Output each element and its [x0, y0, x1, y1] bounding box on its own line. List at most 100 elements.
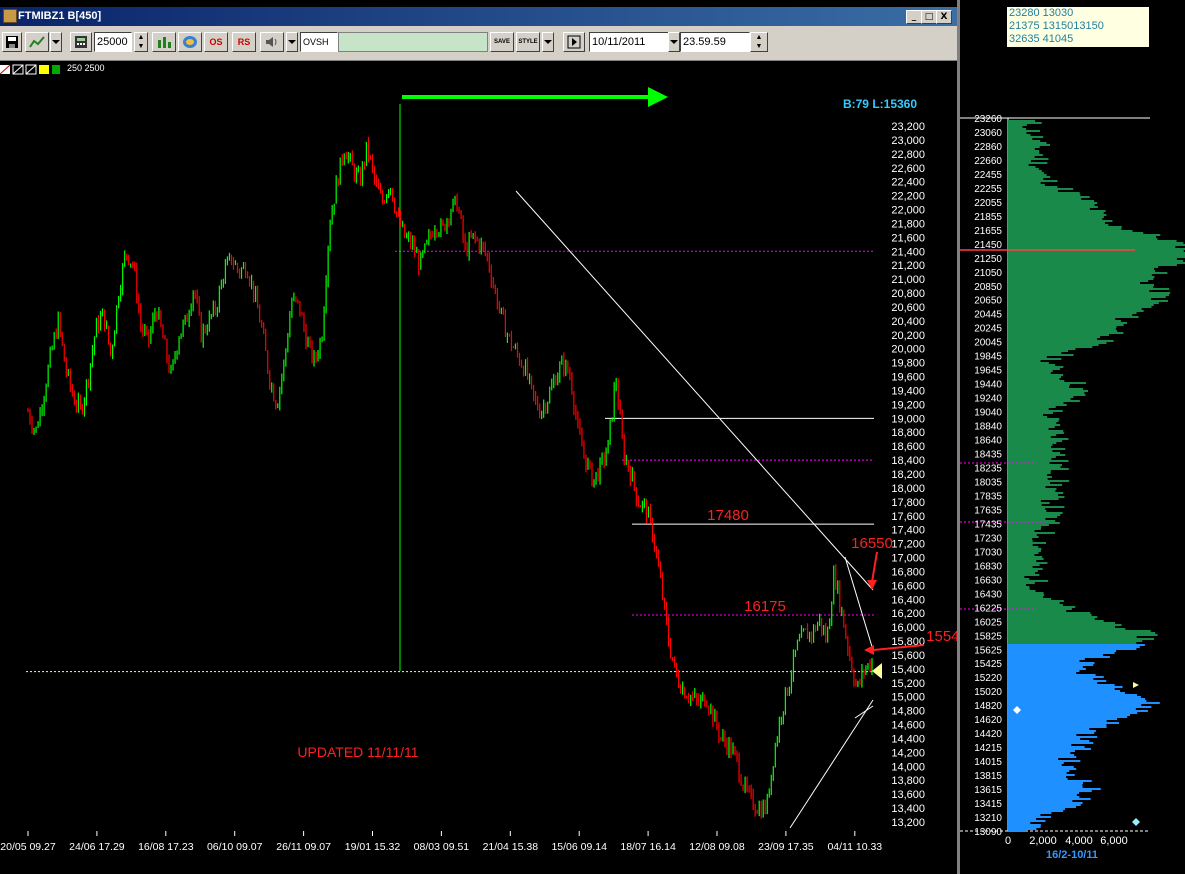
- volume-bar: [1008, 350, 1069, 352]
- volume-bar: [1008, 202, 1098, 204]
- volume-bar: [1008, 422, 1057, 424]
- volume-bar: [1008, 188, 1074, 190]
- volume-bar: [1008, 306, 1152, 308]
- profile-price-label: 20850: [974, 282, 1002, 293]
- save-icon[interactable]: [2, 32, 22, 52]
- volume-bar: [1008, 492, 1064, 494]
- profile-price-label: 17230: [974, 533, 1002, 544]
- volume-bar: [1008, 790, 1092, 792]
- profile-price-label: 19440: [974, 380, 1002, 391]
- volume-bar: [1008, 454, 1066, 456]
- time-input[interactable]: 23.59.59: [680, 32, 750, 52]
- volume-profile: 23260 23060 22860 22660 22455 22255 22055 21855…: [960, 114, 1185, 861]
- time-stepper[interactable]: ▲ ▼: [750, 32, 768, 52]
- volume-bar: [1008, 564, 1040, 566]
- volume-bar: [1008, 428, 1049, 430]
- profile-price-label: 17835: [974, 491, 1002, 502]
- volume-bar: [1008, 384, 1070, 386]
- volume-bar: [1008, 476, 1052, 478]
- globe-icon[interactable]: [178, 32, 202, 52]
- profile-price-label: 13090: [974, 827, 1002, 838]
- volume-bar: [1008, 234, 1161, 236]
- volume-bar: [1008, 774, 1075, 776]
- volume-bar: [1008, 754, 1075, 756]
- volume-bar: [1008, 532, 1055, 534]
- volume-bar: [1008, 658, 1085, 660]
- os-button[interactable]: OS: [204, 32, 228, 52]
- volume-bar: [1008, 482, 1051, 484]
- volume-bar: [1008, 386, 1070, 388]
- play-icon[interactable]: [563, 32, 585, 52]
- y-tick-label: 13,400: [891, 803, 925, 815]
- volume-bar: [1008, 186, 1058, 188]
- volume-bar: [1008, 672, 1077, 674]
- volume-bar: [1008, 376, 1062, 378]
- volume-bar: [1008, 812, 1052, 814]
- profile-price-labels: 23260 23060 22860 22660 22455 22255 22055 21855…: [974, 114, 1002, 838]
- quantity-stepper[interactable]: ▲ ▼: [134, 32, 148, 52]
- volume-bar: [1008, 512, 1063, 514]
- study-select[interactable]: OVSH: [300, 32, 338, 52]
- profile-price-label: 19240: [974, 394, 1002, 405]
- quantity-input[interactable]: 25000: [94, 32, 132, 52]
- volume-bar: [1008, 494, 1059, 496]
- volume-bar: [1008, 160, 1031, 162]
- chart-type-icon[interactable]: [25, 32, 49, 52]
- minimize-button[interactable]: _: [906, 10, 922, 24]
- volume-bar: [1008, 180, 1058, 182]
- date-dropdown-icon[interactable]: [668, 32, 680, 52]
- date-input[interactable]: 10/11/2011: [589, 32, 669, 52]
- close-button[interactable]: X: [936, 10, 952, 24]
- volume-bar: [1008, 638, 1155, 640]
- save-button[interactable]: SAVE: [490, 32, 514, 52]
- y-axis: 13,200 13,400 13,600 13,800 14,000 14,200 14,4…: [891, 121, 925, 829]
- sound-dropdown-icon[interactable]: [286, 32, 298, 52]
- volume-bar: [1008, 478, 1048, 480]
- maximize-button[interactable]: □: [921, 10, 937, 24]
- y-tick-label: 16,600: [891, 580, 925, 592]
- volume-bar: [1008, 338, 1098, 340]
- y-tick-label: 14,000: [891, 761, 925, 773]
- y-tick-label: 18,600: [891, 441, 925, 453]
- volume-bar: [1008, 788, 1101, 790]
- y-tick-label: 21,000: [891, 274, 925, 286]
- profile-price-label: 22455: [974, 170, 1002, 181]
- calculator-icon[interactable]: [70, 32, 92, 52]
- price-series: [27, 136, 873, 819]
- volume-bar: [1008, 568, 1043, 570]
- legend-row: 250 2500: [0, 61, 958, 77]
- volume-bar: [1008, 514, 1061, 516]
- x-tick-label: 18/07 16.14: [620, 841, 676, 853]
- style-button[interactable]: STYLE: [516, 32, 540, 52]
- volume-bar: [1008, 360, 1041, 362]
- price-chart[interactable]: 17480 16175 13,200 13,400 13,600 13,800 14,00…: [0, 77, 958, 874]
- volume-bar: [1008, 396, 1074, 398]
- y-tick-label: 20,400: [891, 316, 925, 328]
- volume-bar: [1008, 766, 1074, 768]
- chart-type-dropdown-icon[interactable]: [50, 32, 62, 52]
- speaker-icon[interactable]: [260, 32, 284, 52]
- y-tick-label: 13,600: [891, 789, 925, 801]
- profile-price-label: 14820: [974, 701, 1002, 712]
- title-bar[interactable]: FTMIBZ1 B[450] _ □ X: [0, 7, 958, 26]
- bars-icon[interactable]: [152, 32, 176, 52]
- style-dropdown-icon[interactable]: [542, 32, 554, 52]
- volume-bar: [1008, 314, 1133, 316]
- volume-bar: [1008, 614, 1092, 616]
- volume-bar: [1008, 346, 1093, 348]
- volume-bar: [1008, 182, 1041, 184]
- volume-bar: [1008, 152, 1040, 154]
- y-tick-label: 17,600: [891, 511, 925, 523]
- y-tick-label: 14,400: [891, 733, 925, 745]
- volume-bar: [1008, 430, 1064, 432]
- volume-bar: [1008, 358, 1062, 360]
- volume-bar: [1008, 232, 1144, 234]
- volume-bar: [1008, 560, 1037, 562]
- volume-bar: [1008, 500, 1041, 502]
- profile-price-label: 21450: [974, 240, 1002, 251]
- volume-bar: [1008, 704, 1142, 706]
- volume-bar: [1008, 426, 1055, 428]
- rs-button[interactable]: RS: [232, 32, 256, 52]
- profile-price-label: 20045: [974, 338, 1002, 349]
- volume-bar: [1008, 542, 1047, 544]
